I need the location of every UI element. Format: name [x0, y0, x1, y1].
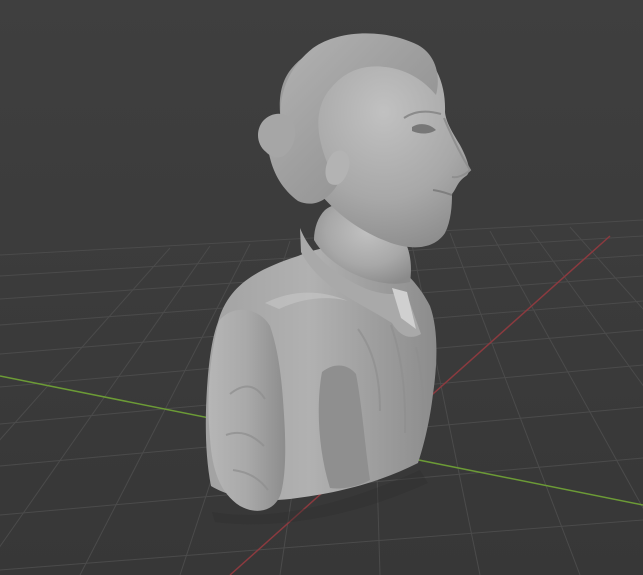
3d-viewport[interactable] [0, 0, 643, 575]
viewport-scene[interactable] [0, 0, 643, 575]
left-shoulder-sleeve [208, 309, 286, 511]
